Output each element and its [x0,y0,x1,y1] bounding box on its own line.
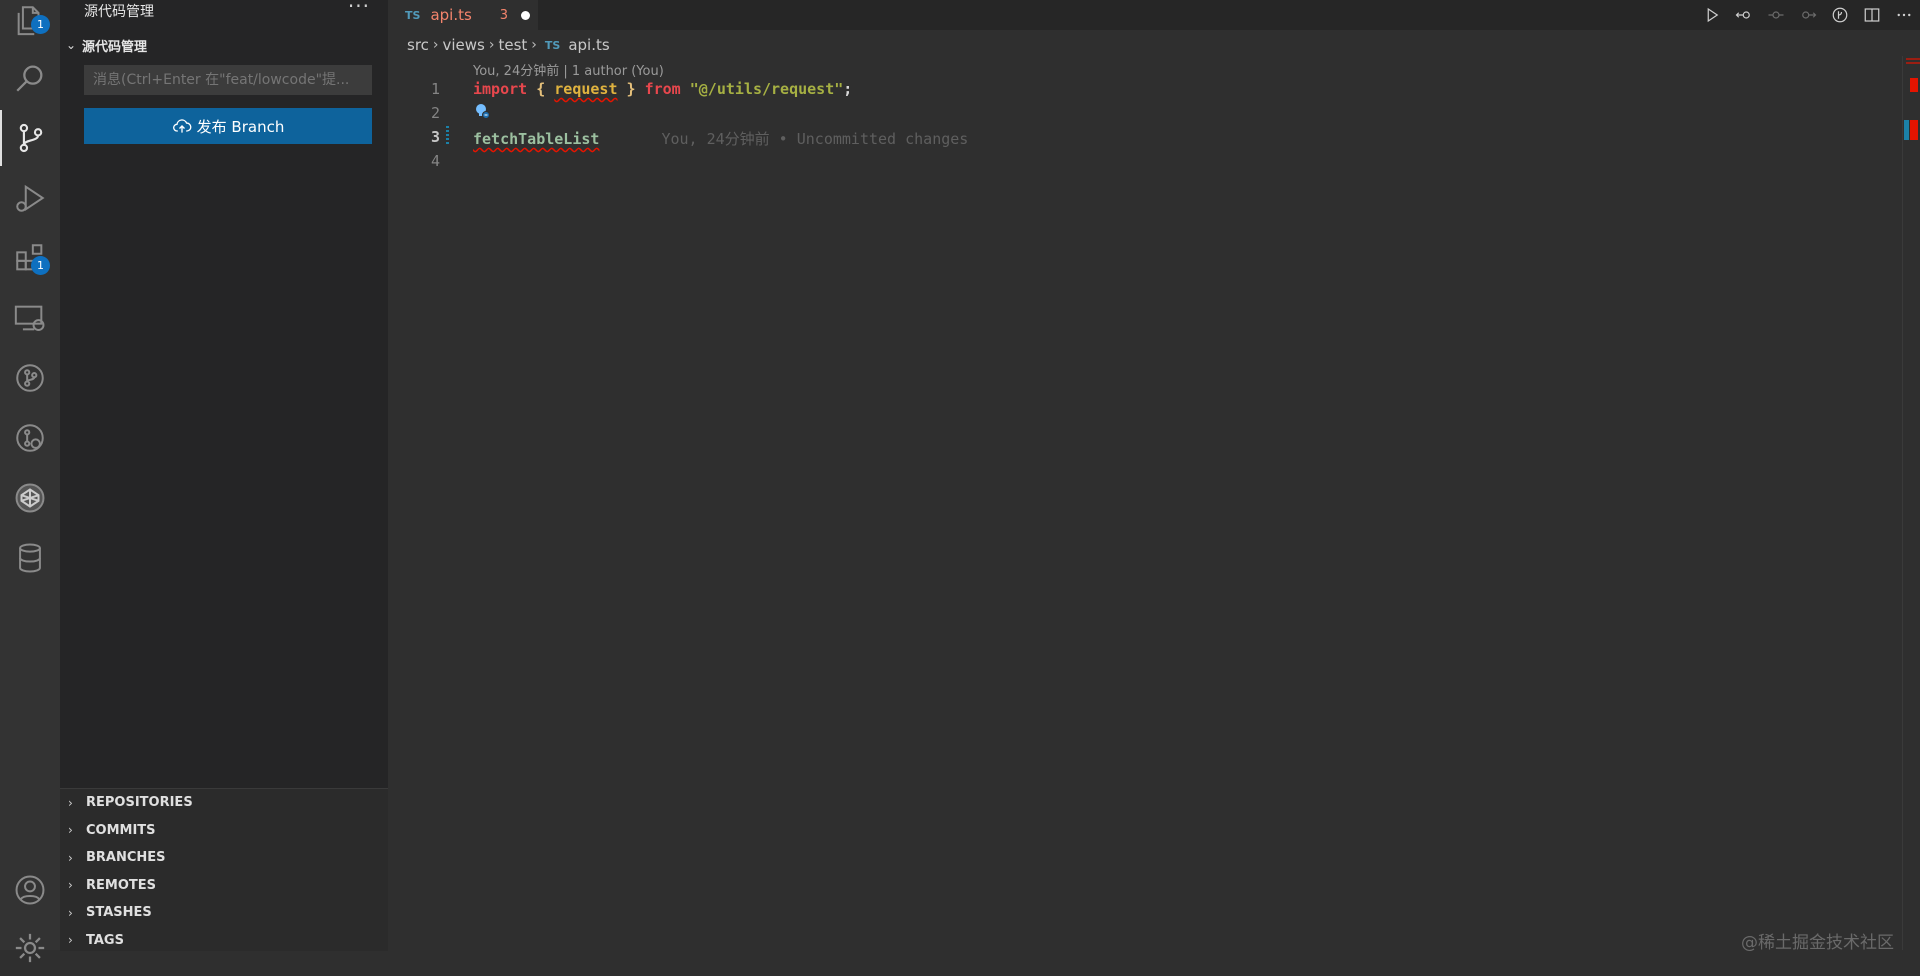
git-views-panel: › REPOSITORIES › COMMITS › BRANCHES › RE… [60,788,388,951]
open-previous-change-icon[interactable] [1728,0,1760,30]
branches-label: BRANCHES [86,850,166,866]
stashes-label: STASHES [86,905,152,921]
breadcrumb-item-file[interactable]: api.ts [568,36,609,54]
breadcrumb: src › views › test › TS api.ts [407,34,610,56]
activity-bar: 1 1 [0,0,60,963]
tab-bar: TS api.ts 3 [388,0,1920,30]
typescript-icon: TS [405,8,421,22]
typescript-icon: TS [544,38,561,52]
breadcrumb-item-src[interactable]: src [407,36,429,54]
chevron-right-icon: › [531,37,537,53]
run-debug-icon[interactable] [0,170,60,226]
commits-section[interactable]: › COMMITS [60,817,388,845]
git-lens-icon[interactable] [1824,0,1856,30]
tab-api-ts[interactable]: TS api.ts 3 [388,0,538,30]
commits-label: COMMITS [86,822,156,838]
keyword-import: import [473,80,528,98]
run-icon[interactable] [1696,0,1728,30]
remote-explorer-icon[interactable] [0,290,60,346]
brace-close: } [626,80,636,98]
repositories-section[interactable]: › REPOSITORIES [60,789,388,817]
editor-toolbar [1696,0,1920,30]
keyword-from: from [644,80,681,98]
settings-gear-icon[interactable] [0,920,60,976]
codelens-author[interactable]: You, 24分钟前 | 1 author (You) [473,60,664,79]
database-icon[interactable] [0,530,60,586]
source-control-icon[interactable] [0,110,60,166]
commit-node-icon[interactable] [1760,0,1792,30]
git-graph-icon[interactable] [0,350,60,406]
extensions-icon[interactable]: 1 [0,230,60,286]
cloud-upload-icon [172,119,192,133]
line-number: 4 [430,152,440,170]
publish-branch-label: 发布 Branch [196,117,285,136]
change-marker [1904,120,1909,140]
inline-blame: You, 24分钟前 • Uncommitted changes [661,130,969,148]
identifier-request: request [554,80,618,98]
line-number: 2 [430,104,440,122]
code-line-1[interactable]: import { request } from "@/utils/request… [473,80,852,98]
watermark: @稀土掘金技术社区 [1741,933,1894,953]
brace-open: { [536,80,546,98]
breadcrumb-item-views[interactable]: views [443,36,485,54]
chevron-right-icon: › [68,823,73,838]
line-number: 3 [430,128,440,146]
more-actions-button[interactable]: ··· [348,0,370,18]
breadcrumb-item-test[interactable]: test [498,36,527,54]
repositories-label: REPOSITORIES [86,795,193,811]
codepen-icon[interactable] [0,470,60,526]
extensions-badge: 1 [31,256,50,275]
more-icon[interactable] [1888,0,1920,30]
open-next-change-icon[interactable] [1792,0,1824,30]
chevron-right-icon: › [68,850,73,865]
error-marker [1910,120,1918,140]
chevron-down-icon: ⌄ [66,38,77,52]
modified-line-indicator [446,126,449,146]
semicolon: ; [843,80,853,98]
account-icon[interactable] [0,862,60,918]
chevron-right-icon: › [68,905,73,920]
editor-area: TS api.ts 3 src › views › test › TS api.… [388,0,1920,950]
publish-branch-button[interactable]: 发布 Branch [84,108,372,144]
tab-label: api.ts [430,6,472,24]
chevron-right-icon: › [488,37,495,53]
tags-label: TAGS [86,932,124,948]
search-icon[interactable] [0,50,60,106]
source-control-sidebar: 源代码管理 ··· ⌄ 源代码管理 发布 Branch › REPOSITORI… [60,0,388,951]
line-number: 1 [430,80,440,98]
overview-ruler[interactable] [1904,56,1920,950]
unsaved-dot-icon[interactable] [521,10,531,20]
remotes-section[interactable]: › REMOTES [60,872,388,900]
problem-count: 3 [499,7,509,23]
chevron-right-icon: › [68,795,73,810]
minimap[interactable] [1902,56,1920,950]
branches-section[interactable]: › BRANCHES [60,844,388,872]
explorer-icon[interactable]: 1 [0,0,60,48]
code-line-3[interactable]: fetchTableList You, 24分钟前 • Uncommitted c… [473,128,968,149]
commit-message-input[interactable] [84,65,372,95]
git-history-icon[interactable] [0,410,60,466]
error-marker [1910,78,1918,92]
chevron-right-icon: › [68,878,73,893]
explorer-badge: 1 [31,15,50,34]
split-editor-icon[interactable] [1856,0,1888,30]
section-title: 源代码管理 [82,39,148,55]
remotes-label: REMOTES [86,877,156,893]
identifier-fetchTableList: fetchTableList [473,130,600,148]
sidebar-title: 源代码管理 [84,4,154,20]
string-literal: "@/utils/request" [689,80,844,98]
chevron-right-icon: › [68,933,73,948]
chevron-right-icon: › [432,37,439,53]
lightbulb-icon[interactable] [474,103,490,119]
stashes-section[interactable]: › STASHES [60,899,388,927]
source-control-section-header[interactable]: ⌄ 源代码管理 [60,34,388,56]
